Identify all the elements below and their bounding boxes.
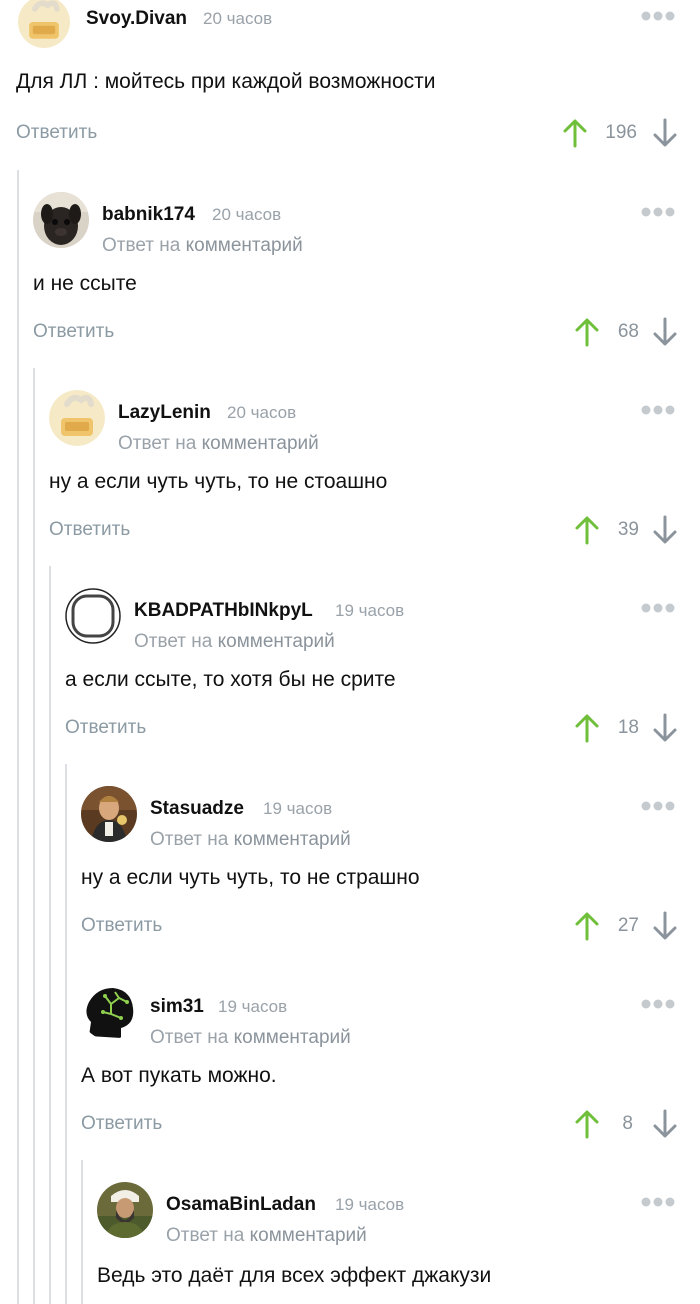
rounded-square-outline bbox=[65, 588, 121, 644]
downvote-arrow-icon[interactable] bbox=[652, 713, 678, 743]
comment-author[interactable]: OsamaBinLadan bbox=[166, 1194, 316, 1216]
reply-to-prefix: Ответ на bbox=[102, 235, 181, 256]
reply-button[interactable]: Ответить bbox=[16, 122, 97, 144]
comment-time: 19 часов bbox=[335, 1195, 405, 1214]
more-options-icon[interactable] bbox=[640, 998, 676, 1010]
reply-to-comment-link[interactable]: комментарий bbox=[234, 1027, 351, 1048]
comment-author[interactable]: Stasuadze bbox=[150, 798, 244, 820]
reply-to-line: Ответ на комментарий bbox=[166, 1225, 367, 1247]
comment: sim31 19 часов Ответ на комментарий А во… bbox=[0, 984, 700, 1182]
bearded-man-photo bbox=[97, 1182, 153, 1238]
comment-text: ну а если чуть чуть, то не стоашно bbox=[49, 470, 388, 493]
circuit-head-icon bbox=[81, 984, 137, 1040]
avatar[interactable] bbox=[81, 786, 137, 842]
more-options-icon[interactable] bbox=[640, 800, 676, 812]
vote-count: 196 bbox=[605, 122, 637, 143]
reply-button[interactable]: Ответить bbox=[81, 915, 162, 937]
reply-to-prefix: Ответ на bbox=[134, 631, 213, 652]
man-toasting-photo bbox=[81, 786, 137, 842]
reply-to-prefix: Ответ на bbox=[150, 1027, 229, 1048]
comment: LazyLenin 20 часов Ответ на комментарий … bbox=[0, 390, 700, 588]
more-options-icon[interactable] bbox=[640, 206, 676, 218]
comment-text: ну а если чуть чуть, то не страшно bbox=[81, 866, 420, 889]
reply-to-comment-link[interactable]: комментарий bbox=[186, 235, 303, 256]
reply-to-line: Ответ на комментарий bbox=[134, 631, 335, 653]
reply-to-line: Ответ на комментарий bbox=[150, 829, 351, 851]
downvote-arrow-icon[interactable] bbox=[652, 118, 678, 148]
reply-to-comment-link[interactable]: комментарий bbox=[218, 631, 335, 652]
reply-to-prefix: Ответ на bbox=[166, 1225, 245, 1246]
reply-to-line: Ответ на комментарий bbox=[150, 1027, 351, 1049]
reply-button[interactable]: Ответить bbox=[81, 1113, 162, 1135]
reply-button[interactable]: Ответить bbox=[33, 321, 114, 343]
comment: babnik174 20 часов Ответ на комментарий … bbox=[0, 192, 700, 390]
comment-time: 20 часов bbox=[203, 9, 273, 28]
reply-to-line: Ответ на комментарий bbox=[118, 433, 319, 455]
reply-to-prefix: Ответ на bbox=[118, 433, 197, 454]
comment-time: 19 часов bbox=[218, 997, 288, 1016]
comment-author[interactable]: sim31 bbox=[150, 996, 204, 1018]
comment-time: 20 часов bbox=[227, 403, 297, 422]
more-options-icon[interactable] bbox=[640, 10, 676, 22]
avatar[interactable] bbox=[49, 390, 105, 446]
more-options-icon[interactable] bbox=[640, 602, 676, 614]
avatar[interactable] bbox=[81, 984, 137, 1040]
vote-count: 18 bbox=[617, 717, 639, 738]
comment-author[interactable]: KBADPATHbINkpyL bbox=[134, 600, 313, 622]
comment-time: 19 часов bbox=[335, 601, 405, 620]
reply-button[interactable]: Ответить bbox=[65, 717, 146, 739]
downvote-arrow-icon[interactable] bbox=[652, 911, 678, 941]
comment-thread: Svoy.Divan 20 часов Для ЛЛ : мойтесь при… bbox=[0, 0, 700, 1304]
downvote-arrow-icon[interactable] bbox=[652, 317, 678, 347]
more-options-icon[interactable] bbox=[640, 1196, 676, 1208]
comment-author[interactable]: LazyLenin bbox=[118, 402, 211, 424]
avatar[interactable] bbox=[97, 1182, 153, 1238]
avatar[interactable] bbox=[33, 192, 89, 248]
more-options-icon[interactable] bbox=[640, 404, 676, 416]
smoking-sofa-icon bbox=[49, 390, 105, 446]
comment: OsamaBinLadan 19 часов Ответ на коммента… bbox=[0, 1182, 700, 1304]
comment-author[interactable]: babnik174 bbox=[102, 204, 195, 226]
reply-to-line: Ответ на комментарий bbox=[102, 235, 303, 257]
comment: KBADPATHbINkpyL 19 часов Ответ на коммен… bbox=[0, 588, 700, 786]
vote-count: 68 bbox=[617, 321, 639, 342]
downvote-arrow-icon[interactable] bbox=[652, 1109, 678, 1139]
reply-button[interactable]: Ответить bbox=[49, 519, 130, 541]
comment-time: 20 часов bbox=[212, 205, 282, 224]
reply-to-comment-link[interactable]: комментарий bbox=[250, 1225, 367, 1246]
avatar[interactable] bbox=[65, 588, 121, 644]
dog-photo bbox=[33, 192, 89, 248]
comment: Svoy.Divan 20 часов Для ЛЛ : мойтесь при… bbox=[0, 0, 700, 194]
avatar[interactable] bbox=[16, 0, 72, 48]
reply-to-prefix: Ответ на bbox=[150, 829, 229, 850]
comment-time: 19 часов bbox=[263, 799, 333, 818]
comment-text: А вот пукать можно. bbox=[81, 1064, 277, 1087]
vote-count: 8 bbox=[622, 1113, 633, 1134]
downvote-arrow-icon[interactable] bbox=[652, 515, 678, 545]
vote-count: 27 bbox=[617, 915, 639, 936]
comment-text: и не ссыте bbox=[33, 272, 137, 295]
comment-text: а если ссыте, то хотя бы не срите bbox=[65, 668, 396, 691]
comment: Stasuadze 19 часов Ответ на комментарий … bbox=[0, 786, 700, 984]
vote-count: 39 bbox=[617, 519, 639, 540]
comment-text: Ведь это даёт для всех эффект джакузи bbox=[97, 1264, 492, 1287]
smoking-sofa-icon bbox=[18, 0, 70, 48]
upvote-arrow-icon[interactable] bbox=[562, 118, 588, 148]
reply-to-comment-link[interactable]: комментарий bbox=[234, 829, 351, 850]
reply-to-comment-link[interactable]: комментарий bbox=[202, 433, 319, 454]
comment-author[interactable]: Svoy.Divan bbox=[86, 8, 187, 30]
comment-text: Для ЛЛ : мойтесь при каждой возможности bbox=[16, 70, 436, 93]
